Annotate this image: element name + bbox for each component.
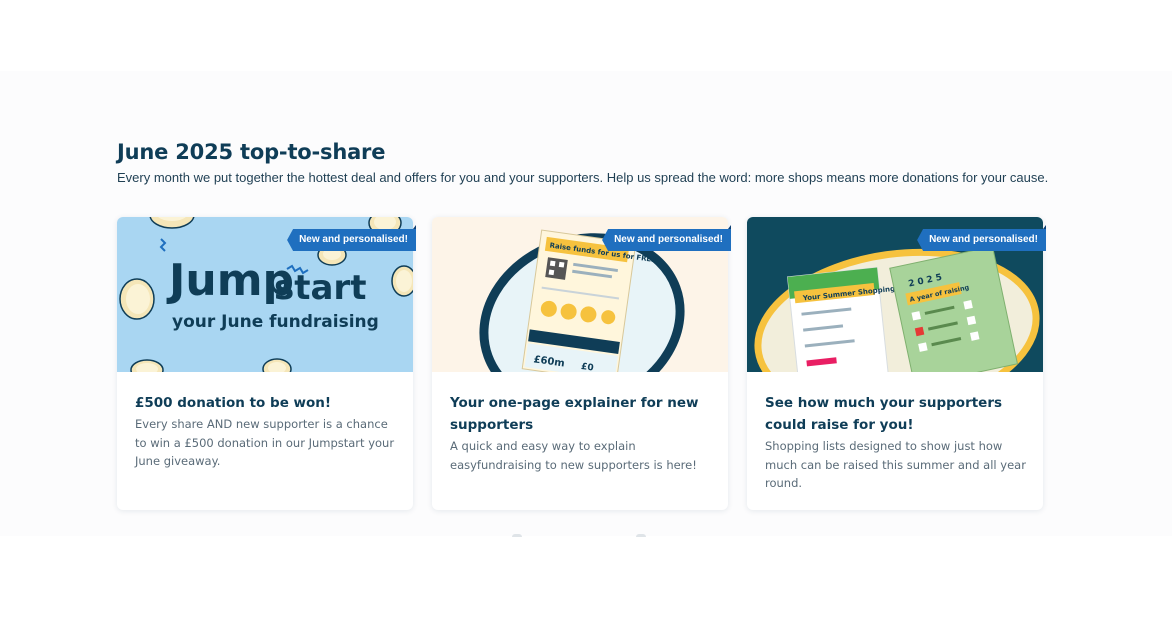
tagline-text: your June fundraising: [172, 312, 379, 332]
qr-code-icon: [545, 257, 568, 280]
card-title: Your one-page explainer for new supporte…: [450, 395, 699, 433]
card-shopping-lists[interactable]: Your Summer Shopping 2025 A year of rais…: [747, 217, 1046, 510]
card-title: See how much your supporters could raise…: [765, 395, 1003, 433]
flyer-zero: £0: [580, 362, 594, 372]
coin-icon: [391, 265, 413, 297]
card-description: Shopping lists designed to show just how…: [765, 439, 1026, 490]
card-jumpstart[interactable]: Jump start your June fundraising New and…: [117, 217, 416, 510]
coin-icon: [130, 359, 164, 372]
ribbon-fold: [1043, 225, 1046, 229]
coin-icon: [149, 217, 195, 229]
section-subheading: Every month we put together the hottest …: [117, 170, 1049, 185]
section-heading: June 2025 top-to-share: [117, 140, 386, 164]
ribbon-fold: [728, 225, 731, 229]
carousel-dot[interactable]: [636, 534, 646, 537]
new-personalised-badge: New and personalised!: [917, 229, 1046, 251]
coin-icon: [262, 358, 292, 372]
card-description: A quick and easy way to explain easyfund…: [450, 439, 697, 472]
new-personalised-badge: New and personalised!: [287, 229, 416, 251]
card-title: £500 donation to be won!: [135, 395, 332, 411]
carousel-dot[interactable]: [512, 534, 522, 537]
ribbon-fold: [413, 225, 416, 229]
card-explainer[interactable]: Raise funds for us for FREE £60m £0 New …: [432, 217, 731, 510]
new-personalised-badge: New and personalised!: [602, 229, 731, 251]
card-description: Every share AND new supporter is a chanc…: [135, 417, 395, 468]
squiggle-icon: [159, 238, 167, 252]
coin-icon: [119, 278, 155, 320]
start-text: start: [274, 268, 366, 308]
